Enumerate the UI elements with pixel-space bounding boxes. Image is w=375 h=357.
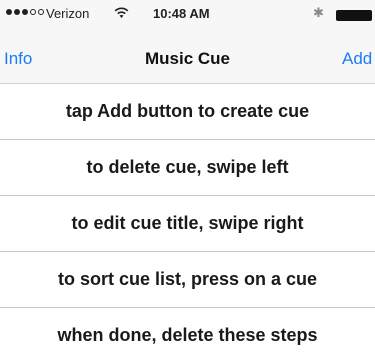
navigation-bar: Info Music Cue Add [0,32,375,84]
signal-dot [30,9,36,15]
page-title: Music Cue [144,49,231,68]
list-item[interactable]: to edit cue title, swipe right [0,196,375,252]
signal-dot [14,9,20,15]
signal-dot [38,9,44,15]
wifi-icon [114,6,129,24]
status-time: 10:48 AM [153,6,210,21]
list-item[interactable]: when done, delete these steps [0,308,375,357]
carrier-name: Verizon [46,6,90,21]
list-item-label: to sort cue list, press on a cue [57,269,318,289]
list-item-label: to delete cue, swipe left [86,157,289,177]
list-item-label: to edit cue title, swipe right [71,213,304,233]
phone-screen: Verizon 10:48 AM ✱ Info Music Cue Add ta… [0,0,375,357]
signal-dot [22,9,28,15]
list-item-label: tap Add button to create cue [65,101,310,121]
status-bar: Verizon 10:48 AM ✱ [0,0,375,32]
list-item-label: when done, delete these steps [57,325,318,345]
signal-dot [6,9,12,15]
bluetooth-icon: ✱ [313,5,324,20]
list-item[interactable]: to sort cue list, press on a cue [0,252,375,308]
list-item[interactable]: tap Add button to create cue [0,84,375,140]
cue-list: tap Add button to create cue to delete c… [0,84,375,357]
list-item[interactable]: to delete cue, swipe left [0,140,375,196]
signal-strength-icon [6,9,44,15]
battery-icon [336,10,372,21]
add-button[interactable]: Add [342,49,372,69]
